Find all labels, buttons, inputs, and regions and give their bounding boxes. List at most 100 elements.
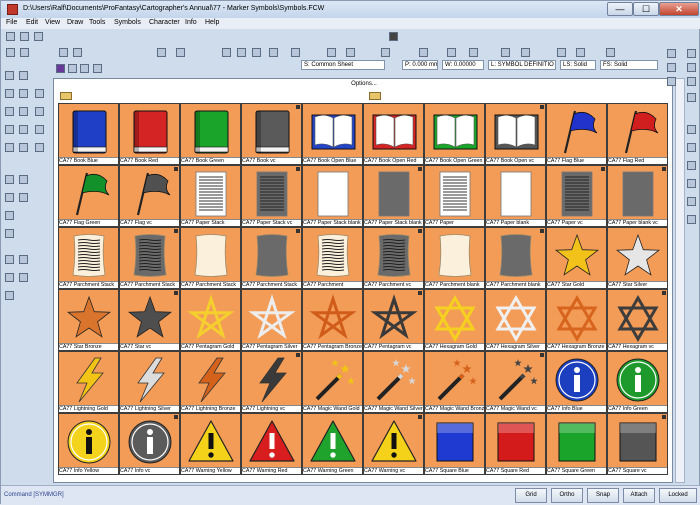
symbol-cell[interactable]: CA77 Paper blank vc <box>607 165 668 227</box>
menu-symbols[interactable]: Symbols <box>114 19 141 26</box>
cut-icon[interactable] <box>6 48 15 57</box>
tool-24-icon[interactable] <box>35 125 44 134</box>
symbol-cell[interactable]: CA77 Square Red <box>485 413 546 475</box>
sphere-icon[interactable] <box>59 48 68 57</box>
symbol-cell[interactable]: CA77 Book Open Red <box>363 103 424 165</box>
symbol-cell[interactable]: CA77 Lightning vc <box>241 351 302 413</box>
copy-icon[interactable] <box>20 48 29 57</box>
select-icon[interactable] <box>291 48 300 57</box>
tool-19-icon[interactable] <box>19 193 28 202</box>
tool-8-icon[interactable] <box>5 211 14 220</box>
new-icon[interactable] <box>6 32 15 41</box>
symbol-cell[interactable]: CA77 Flag Red <box>607 103 668 165</box>
symbol-cell[interactable]: CA77 Parchment blank <box>424 227 485 289</box>
tool-25-icon[interactable] <box>35 143 44 152</box>
symbol-cell[interactable]: CA77 Lightning Gold <box>58 351 119 413</box>
attach-toggle-button[interactable]: Attach <box>623 488 655 503</box>
symbol-cell[interactable]: CA77 Paper Stack <box>180 165 241 227</box>
menu-character[interactable]: Character <box>149 19 180 26</box>
open-icon[interactable] <box>20 32 29 41</box>
symbol-cell[interactable]: CA77 Square Green <box>546 413 607 475</box>
symbol-cell[interactable]: CA77 Lightning Silver <box>119 351 180 413</box>
symbol-cell[interactable]: CA77 Lightning Bronze <box>180 351 241 413</box>
symbol-red-icon[interactable] <box>222 48 231 57</box>
symbol-cell[interactable]: CA77 Info Green <box>607 351 668 413</box>
symbol-cell[interactable]: CA77 Magic Wand Silver <box>363 351 424 413</box>
symbol-cell[interactable]: CA77 Parchment Stack <box>180 227 241 289</box>
symbol-cell[interactable]: CA77 Warning Yellow <box>180 413 241 475</box>
menu-draw[interactable]: Draw <box>67 19 83 26</box>
purple-sphere-icon[interactable] <box>56 64 65 73</box>
beast-icon[interactable] <box>80 64 89 73</box>
symbol-cell[interactable]: CA77 Hexagram Silver <box>485 289 546 351</box>
tool-15-icon[interactable] <box>19 107 28 116</box>
gem-icon[interactable] <box>68 64 77 73</box>
view-1-icon[interactable] <box>667 49 676 58</box>
symbol-cell[interactable]: CA77 Magic Wand Gold <box>302 351 363 413</box>
tool-16-icon[interactable] <box>19 125 28 134</box>
symbol-cell[interactable]: CA77 Pentagram vc <box>363 289 424 351</box>
ortho-toggle-button[interactable]: Ortho <box>551 488 583 503</box>
symbol-blue-icon[interactable] <box>237 48 246 57</box>
tool-1-icon[interactable] <box>5 71 14 80</box>
symbol-cell[interactable]: CA77 Star Bronze <box>58 289 119 351</box>
menu-edit[interactable]: Edit <box>26 19 38 26</box>
tool-9-icon[interactable] <box>5 229 14 238</box>
pan-icon[interactable] <box>521 48 530 57</box>
fill-icon[interactable] <box>327 48 336 57</box>
tool-12-icon[interactable] <box>5 291 14 300</box>
symbol-cell[interactable]: CA77 Square Blue <box>424 413 485 475</box>
symbol-cell[interactable]: CA77 Info vc <box>119 413 180 475</box>
list-icon[interactable] <box>576 48 585 57</box>
map-icon[interactable] <box>73 48 82 57</box>
symbol-cell[interactable]: CA77 Book vc <box>241 103 302 165</box>
tool-7-icon[interactable] <box>5 193 14 202</box>
snap-icon[interactable] <box>176 48 185 57</box>
symbol-cell[interactable]: CA77 Book Open vc <box>485 103 546 165</box>
view-11-icon[interactable] <box>687 179 696 188</box>
view-2-icon[interactable] <box>667 63 676 72</box>
tool-5-icon[interactable] <box>5 143 14 152</box>
view-7-icon[interactable] <box>687 93 696 102</box>
symbol-cell[interactable]: CA77 Pentagram Gold <box>180 289 241 351</box>
symbol-cell[interactable]: CA77 Book Open Green <box>424 103 485 165</box>
symbol-cell[interactable]: CA77 Star Gold <box>546 227 607 289</box>
grid-icon[interactable] <box>157 48 166 57</box>
tool-4-icon[interactable] <box>5 125 14 134</box>
view-9-icon[interactable] <box>687 143 696 152</box>
symbol-cell[interactable]: CA77 Parchment blank <box>485 227 546 289</box>
symbol-cell[interactable]: CA77 Parchment Stack <box>58 227 119 289</box>
locked-toggle-button[interactable]: Locked <box>659 488 697 503</box>
zoom-icon[interactable] <box>381 48 390 57</box>
tool-6-icon[interactable] <box>5 175 14 184</box>
symbol-cell[interactable]: CA77 Hexagram vc <box>607 289 668 351</box>
fox-icon[interactable] <box>93 64 102 73</box>
menu-file[interactable]: File <box>6 19 17 26</box>
view-5-icon[interactable] <box>687 63 696 72</box>
tool-21-icon[interactable] <box>19 273 28 282</box>
command-prompt[interactable]: Command [SYMMGR] <box>4 492 64 498</box>
symbol-cell[interactable]: CA77 Parchment Stack <box>241 227 302 289</box>
symbol-cell[interactable]: CA77 Magic Wand vc <box>485 351 546 413</box>
snap-toggle-button[interactable]: Snap <box>587 488 619 503</box>
view-10-icon[interactable] <box>687 161 696 170</box>
symbol-cell[interactable]: CA77 Warning Red <box>241 413 302 475</box>
view-12-icon[interactable] <box>687 197 696 206</box>
symbol-cell[interactable]: CA77 Hexagram Gold <box>424 289 485 351</box>
save-icon[interactable] <box>34 32 43 41</box>
zoom-in-icon[interactable] <box>447 48 456 57</box>
symbol-cell[interactable]: CA77 Star Silver <box>607 227 668 289</box>
tool-14-icon[interactable] <box>19 89 28 98</box>
tool-2-icon[interactable] <box>5 89 14 98</box>
options-label[interactable]: Options... <box>54 81 674 87</box>
symbol-brown-icon[interactable] <box>252 48 261 57</box>
symbol-cell[interactable]: CA77 Flag Blue <box>546 103 607 165</box>
symbol-cell[interactable]: CA77 Star vc <box>119 289 180 351</box>
symbol-cell[interactable]: CA77 Parchment <box>302 227 363 289</box>
symbol-cell[interactable]: CA77 Book Green <box>180 103 241 165</box>
text-icon[interactable] <box>419 48 428 57</box>
symbol-cell[interactable]: CA77 Book Blue <box>58 103 119 165</box>
symbol-cell[interactable]: CA77 Paper Stack blank <box>302 165 363 227</box>
tool-17-icon[interactable] <box>19 143 28 152</box>
view-3-icon[interactable] <box>667 77 676 86</box>
